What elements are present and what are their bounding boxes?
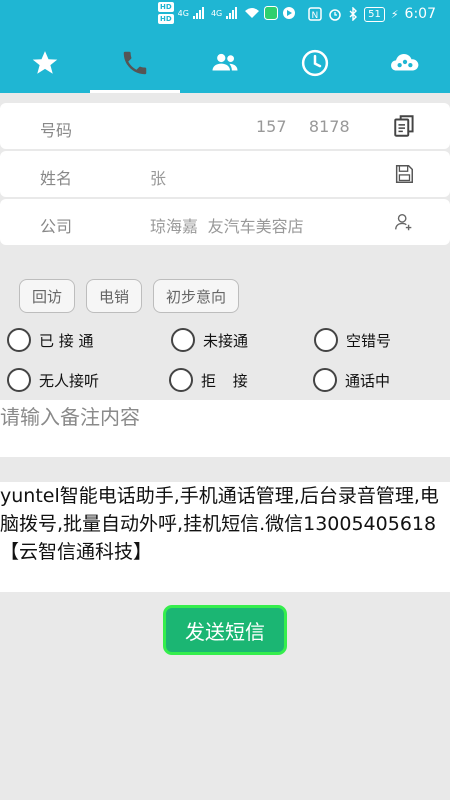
hd-badge: HD bbox=[158, 2, 174, 12]
radio-label: 已 接 通 bbox=[39, 331, 94, 350]
network-type: 4G bbox=[210, 8, 223, 18]
hd-badge: HD bbox=[158, 14, 174, 24]
radio-label: 空错号 bbox=[346, 331, 392, 350]
notes-box bbox=[0, 400, 450, 457]
tab-contacts[interactable] bbox=[180, 33, 270, 93]
phone-icon bbox=[123, 51, 147, 75]
clock-time: 6:07 bbox=[404, 6, 436, 22]
name-value[interactable]: 张 bbox=[150, 165, 166, 189]
radio-circle bbox=[314, 328, 338, 352]
data-saver-icon bbox=[283, 7, 296, 19]
radio-label: 未接通 bbox=[203, 331, 249, 350]
cloud-icon bbox=[391, 54, 419, 71]
radio-circle bbox=[7, 368, 31, 392]
radio-rejected[interactable]: 拒 接 bbox=[169, 368, 254, 392]
phone-value: 157 8178 bbox=[256, 117, 350, 136]
sms-box: yuntel智能电话助手,手机通话管理,后台录音管理,电脑拨号,批量自动外呼,挂… bbox=[0, 482, 450, 592]
radio-circle bbox=[7, 328, 31, 352]
tab-favorites[interactable] bbox=[0, 33, 90, 93]
save-icon[interactable] bbox=[393, 163, 415, 185]
name-row: 姓名 张 bbox=[0, 151, 450, 197]
tab-cloud[interactable] bbox=[360, 33, 450, 93]
tab-history[interactable] bbox=[270, 33, 360, 93]
tab-calls[interactable] bbox=[90, 33, 180, 93]
network-type: 4G bbox=[177, 8, 189, 18]
signal-icon bbox=[192, 7, 204, 19]
charging-icon: ⚡ bbox=[390, 7, 399, 21]
chip-initial-intent[interactable]: 初步意向 bbox=[153, 279, 240, 313]
radio-busy[interactable]: 通话中 bbox=[313, 368, 390, 392]
contacts-icon bbox=[212, 53, 238, 71]
radio-wrong-number[interactable]: 空错号 bbox=[314, 328, 391, 352]
radio-label: 无人接听 bbox=[39, 371, 100, 390]
phone-label: 号码 bbox=[40, 121, 73, 140]
radio-connected[interactable]: 已 接 通 bbox=[7, 328, 94, 352]
signal-icon bbox=[226, 7, 238, 19]
company-label: 公司 bbox=[40, 217, 73, 236]
radio-label: 通话中 bbox=[345, 371, 391, 390]
send-sms-button[interactable]: 发送短信 bbox=[163, 605, 287, 655]
sms-textarea[interactable]: yuntel智能电话助手,手机通话管理,后台录音管理,电脑拨号,批量自动外呼,挂… bbox=[0, 482, 450, 592]
radio-circle bbox=[313, 368, 337, 392]
company-value[interactable]: 琼海嘉 友汽车美容店 bbox=[150, 213, 304, 237]
company-row: 公司 琼海嘉 友汽车美容店 bbox=[0, 199, 450, 245]
chip-revisit[interactable]: 回访 bbox=[19, 279, 76, 313]
radio-circle bbox=[171, 328, 195, 352]
tab-bar bbox=[0, 33, 450, 93]
notes-input[interactable] bbox=[0, 400, 450, 434]
name-label: 姓名 bbox=[40, 169, 73, 188]
copy-icon[interactable] bbox=[392, 113, 418, 139]
radio-circle bbox=[169, 368, 193, 392]
app-notification-icon bbox=[264, 6, 279, 20]
tag-chips: 回访 电销 初步意向 bbox=[19, 279, 240, 313]
radio-no-answer[interactable]: 无人接听 bbox=[7, 368, 99, 392]
status-bar: HD HD 4G 4G N 51 ⚡ 6:07 bbox=[0, 0, 450, 33]
system-indicators: N 51 ⚡ 6:07 bbox=[308, 6, 436, 22]
add-contact-icon[interactable] bbox=[393, 211, 415, 233]
chip-telesales[interactable]: 电销 bbox=[86, 279, 143, 313]
svg-text:N: N bbox=[312, 11, 319, 21]
network-indicators: HD HD 4G 4G bbox=[158, 2, 296, 24]
wifi-icon bbox=[245, 8, 260, 18]
bluetooth-icon bbox=[349, 7, 358, 21]
alarm-icon bbox=[329, 9, 341, 21]
radio-label: 拒 接 bbox=[201, 371, 254, 390]
radio-not-connected[interactable]: 未接通 bbox=[171, 328, 248, 352]
nfc-icon: N bbox=[308, 7, 322, 21]
star-icon bbox=[32, 51, 58, 74]
battery-level: 51 bbox=[364, 6, 385, 22]
phone-number-row: 号码 157 8178 bbox=[0, 103, 450, 149]
clock-icon bbox=[301, 49, 329, 77]
